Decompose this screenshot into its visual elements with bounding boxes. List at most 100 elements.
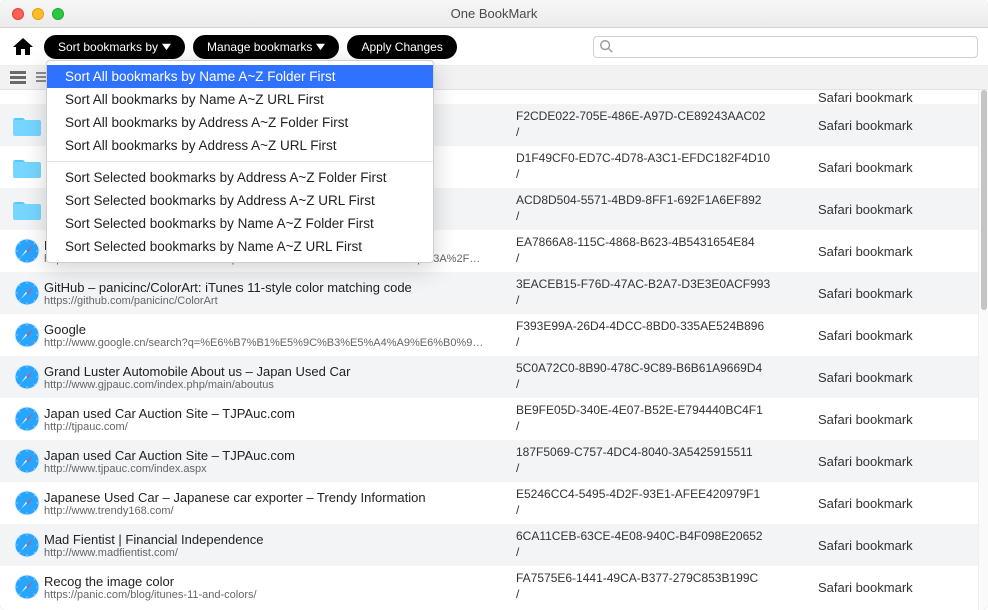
bookmark-source: Safari bookmark [806, 538, 968, 553]
bookmark-uuid-col: F2CDE022-705E-486E-A97D-CE89243AAC02/ [516, 109, 806, 140]
sort-dropdown-item[interactable]: Sort Selected bookmarks by Name A~Z Fold… [47, 212, 433, 235]
safari-icon [10, 490, 44, 516]
bookmark-main: Japanese Used Car – Japanese car exporte… [44, 490, 516, 517]
bookmark-url: https://github.com/panicinc/ColorArt [44, 295, 506, 307]
scrollbar-thumb[interactable] [981, 90, 987, 310]
bookmark-uuid: FA7575E6-1441-49CA-B377-279C853B199C [516, 571, 806, 587]
bookmark-row[interactable]: Japan used Car Auction Site – TJPAuc.com… [0, 398, 978, 440]
bookmark-source: Safari bookmark [806, 244, 968, 259]
bookmark-source: Safari bookmark [806, 412, 968, 427]
bookmark-url: https://panic.com/blog/itunes-11-and-col… [44, 589, 506, 601]
bookmark-uuid-col: BE9FE05D-340E-4E07-B52E-E794440BC4F1/ [516, 403, 806, 434]
search-icon [599, 39, 613, 56]
bookmark-uuid: F2CDE022-705E-486E-A97D-CE89243AAC02 [516, 109, 806, 125]
bookmark-uuid-col: 3EACEB15-F76D-47AC-B2A7-D3E3E0ACF993/ [516, 277, 806, 308]
safari-icon [10, 322, 44, 348]
bookmark-title: GitHub – panicinc/ColorArt: iTunes 11-st… [44, 280, 506, 295]
bookmark-main: Mad Fientist | Financial Independencehtt… [44, 532, 516, 559]
bookmark-row[interactable]: Mad Fientist | Financial Independencehtt… [0, 524, 978, 566]
bookmark-path: / [516, 419, 806, 435]
bookmark-title: Japanese Used Car – Japanese car exporte… [44, 490, 506, 505]
bookmark-url: http://www.madfientist.com/ [44, 547, 506, 559]
bookmark-title: Google [44, 322, 506, 337]
bookmark-source: Safari bookmark [806, 328, 968, 343]
safari-icon [10, 574, 44, 600]
bookmark-url: http://www.tjpauc.com/index.aspx [44, 463, 506, 475]
sort-bookmarks-button[interactable]: Sort bookmarks by [44, 35, 185, 59]
list-view-icon[interactable] [10, 71, 26, 85]
bookmark-source: Safari bookmark [806, 370, 968, 385]
search-wrap [593, 36, 978, 58]
bookmark-uuid: 187F5069-C757-4DC4-8040-3A5425915511 [516, 445, 806, 461]
safari-icon [10, 406, 44, 432]
bookmark-uuid: EA7866A8-115C-4868-B623-4B5431654E84 [516, 235, 806, 251]
bookmark-uuid: D1F49CF0-ED7C-4D78-A3C1-EFDC182F4D10 [516, 151, 806, 167]
caret-down-icon [316, 40, 325, 54]
bookmark-row[interactable]: Japan used Car Auction Site – TJPAuc.com… [0, 440, 978, 482]
manage-bookmarks-button[interactable]: Manage bookmarks [193, 35, 339, 59]
bookmark-title: Mad Fientist | Financial Independence [44, 532, 506, 547]
bookmark-path: / [516, 545, 806, 561]
sort-dropdown-item[interactable]: Sort All bookmarks by Address A~Z URL Fi… [47, 134, 433, 157]
bookmark-path: / [516, 335, 806, 351]
bookmark-row[interactable]: Grand Luster Automobile About us – Japan… [0, 356, 978, 398]
bookmark-title: Recog the image color [44, 574, 506, 589]
sort-dropdown-item[interactable]: Sort Selected bookmarks by Address A~Z U… [47, 189, 433, 212]
maximize-button[interactable] [52, 8, 64, 20]
bookmark-uuid: 3EACEB15-F76D-47AC-B2A7-D3E3E0ACF993 [516, 277, 806, 293]
scrollbar[interactable] [978, 90, 988, 610]
bookmark-uuid: 5C0A72C0-8B90-478C-9C89-B6B61A9669D4 [516, 361, 806, 377]
bookmark-url: http://www.gjpauc.com/index.php/main/abo… [44, 379, 506, 391]
bookmark-row[interactable]: GitHub – panicinc/ColorArt: iTunes 11-st… [0, 272, 978, 314]
bookmark-uuid-col: FA7575E6-1441-49CA-B377-279C853B199C/ [516, 571, 806, 602]
sort-dropdown-item[interactable]: Sort All bookmarks by Name A~Z Folder Fi… [47, 65, 433, 88]
bookmark-uuid: ACD8D504-5571-4BD9-8FF1-692F1A6EF892 [516, 193, 806, 209]
bookmark-uuid-col: F393E99A-26D4-4DCC-8BD0-335AE524B896/ [516, 319, 806, 350]
bookmark-uuid: F393E99A-26D4-4DCC-8BD0-335AE524B896 [516, 319, 806, 335]
bookmark-path: / [516, 125, 806, 141]
bookmark-title: Japan used Car Auction Site – TJPAuc.com [44, 448, 506, 463]
manage-bookmarks-label: Manage bookmarks [207, 40, 312, 54]
sort-dropdown-item[interactable]: Sort All bookmarks by Name A~Z URL First [47, 88, 433, 111]
window-title: One BookMark [0, 6, 988, 21]
apply-changes-button[interactable]: Apply Changes [347, 35, 456, 59]
sort-dropdown-item[interactable]: Sort All bookmarks by Address A~Z Folder… [47, 111, 433, 134]
caret-down-icon [162, 40, 171, 54]
bookmark-uuid-col: EA7866A8-115C-4868-B623-4B5431654E84/ [516, 235, 806, 266]
bookmark-url: http://www.trendy168.com/ [44, 505, 506, 517]
bookmark-title: Grand Luster Automobile About us – Japan… [44, 364, 506, 379]
bookmark-main: Grand Luster Automobile About us – Japan… [44, 364, 516, 391]
bookmark-source: Safari bookmark [806, 454, 968, 469]
folder-icon [10, 197, 44, 221]
bookmark-uuid-col: D1F49CF0-ED7C-4D78-A3C1-EFDC182F4D10/ [516, 151, 806, 182]
bookmark-source: Safari bookmark [806, 286, 968, 301]
bookmark-path: / [516, 377, 806, 393]
bookmark-uuid-col: E5246CC4-5495-4D2F-93E1-AFEE420979F1/ [516, 487, 806, 518]
bookmark-path: / [516, 503, 806, 519]
folder-icon [10, 113, 44, 137]
bookmark-path: / [516, 293, 806, 309]
menu-separator [47, 161, 433, 162]
safari-icon [10, 448, 44, 474]
search-input[interactable] [593, 36, 978, 58]
sort-dropdown-item[interactable]: Sort Selected bookmarks by Name A~Z URL … [47, 235, 433, 258]
sort-dropdown-item[interactable]: Sort Selected bookmarks by Address A~Z F… [47, 166, 433, 189]
minimize-button[interactable] [32, 8, 44, 20]
safari-icon [10, 364, 44, 390]
safari-icon [10, 532, 44, 558]
home-icon[interactable] [10, 34, 36, 60]
titlebar: One BookMark [0, 0, 988, 28]
bookmark-row[interactable]: Recog the image colorhttps://panic.com/b… [0, 566, 978, 608]
bookmark-row[interactable]: Googlehttp://www.google.cn/search?q=%E6%… [0, 314, 978, 356]
bookmark-uuid-col: ACD8D504-5571-4BD9-8FF1-692F1A6EF892/ [516, 193, 806, 224]
bookmark-source: Safari bookmark [806, 202, 968, 217]
bookmark-main: Japan used Car Auction Site – TJPAuc.com… [44, 448, 516, 475]
bookmark-uuid-col: 5C0A72C0-8B90-478C-9C89-B6B61A9669D4/ [516, 361, 806, 392]
traffic-lights [0, 8, 64, 20]
bookmark-source: Safari bookmark [806, 90, 968, 105]
safari-icon [10, 280, 44, 306]
bookmark-main: Googlehttp://www.google.cn/search?q=%E6%… [44, 322, 516, 349]
close-button[interactable] [12, 8, 24, 20]
bookmark-row[interactable]: Japanese Used Car – Japanese car exporte… [0, 482, 978, 524]
bookmark-title: Japan used Car Auction Site – TJPAuc.com [44, 406, 506, 421]
